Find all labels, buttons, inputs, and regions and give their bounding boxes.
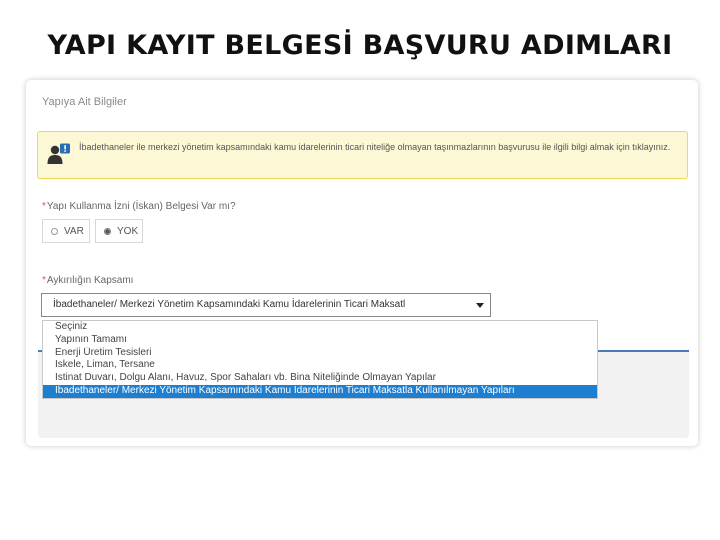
info-alert[interactable]: İbadethaneler ile merkezi yönetim kapsam…: [37, 131, 688, 179]
radio-yok-label: YOK: [117, 225, 139, 237]
user-info-icon: [47, 143, 71, 165]
radio-var-circle[interactable]: [51, 227, 58, 235]
dropdown-option-iskele-liman[interactable]: İskele, Liman, Tersane: [43, 359, 597, 372]
radio-yok-circle[interactable]: [104, 227, 111, 235]
radio-var[interactable]: VAR: [42, 219, 90, 243]
violation-scope-question: *Aykırılığın Kapsamı: [42, 275, 133, 286]
violation-scope-selected-value: İbadethaneler/ Merkezi Yönetim Kapsamınd…: [53, 299, 406, 310]
chevron-down-icon[interactable]: [476, 303, 484, 308]
required-asterisk: *: [42, 201, 46, 212]
dropdown-option-seciniz[interactable]: Seçiniz: [43, 321, 597, 334]
slide-title: YAPI KAYIT BELGESİ BAŞVURU ADIMLARI: [47, 30, 673, 61]
section-title: Yapıya Ait Bilgiler: [42, 96, 127, 108]
dropdown-option-yapinin-tamami[interactable]: Yapının Tamamı: [43, 334, 597, 347]
radio-var-label: VAR: [64, 225, 84, 237]
dropdown-option-istinat-duvari[interactable]: İstinat Duvarı, Dolgu Alanı, Havuz, Spor…: [43, 372, 597, 385]
required-asterisk: *: [42, 275, 46, 286]
violation-scope-label: Aykırılığın Kapsamı: [46, 275, 134, 286]
violation-scope-select[interactable]: İbadethaneler/ Merkezi Yönetim Kapsamınd…: [41, 293, 491, 317]
dropdown-option-enerji-uretim[interactable]: Enerji Üretim Tesisleri: [43, 347, 597, 360]
form-panel: Yapıya Ait Bilgiler İbadethaneler ile me…: [26, 80, 698, 446]
alert-text[interactable]: İbadethaneler ile merkezi yönetim kapsam…: [79, 141, 679, 154]
occupancy-permit-label: Yapı Kullanma İzni (İskan) Belgesi Var m…: [46, 201, 236, 212]
dropdown-option-ibadethaneler[interactable]: İbadethaneler/ Merkezi Yönetim Kapsamınd…: [43, 384, 597, 398]
violation-scope-dropdown: Seçiniz Yapının Tamamı Enerji Üretim Tes…: [42, 320, 598, 399]
radio-yok[interactable]: YOK: [95, 219, 143, 243]
occupancy-permit-question: *Yapı Kullanma İzni (İskan) Belgesi Var …: [42, 201, 236, 212]
occupancy-permit-radio-group: VAR YOK: [42, 219, 143, 243]
